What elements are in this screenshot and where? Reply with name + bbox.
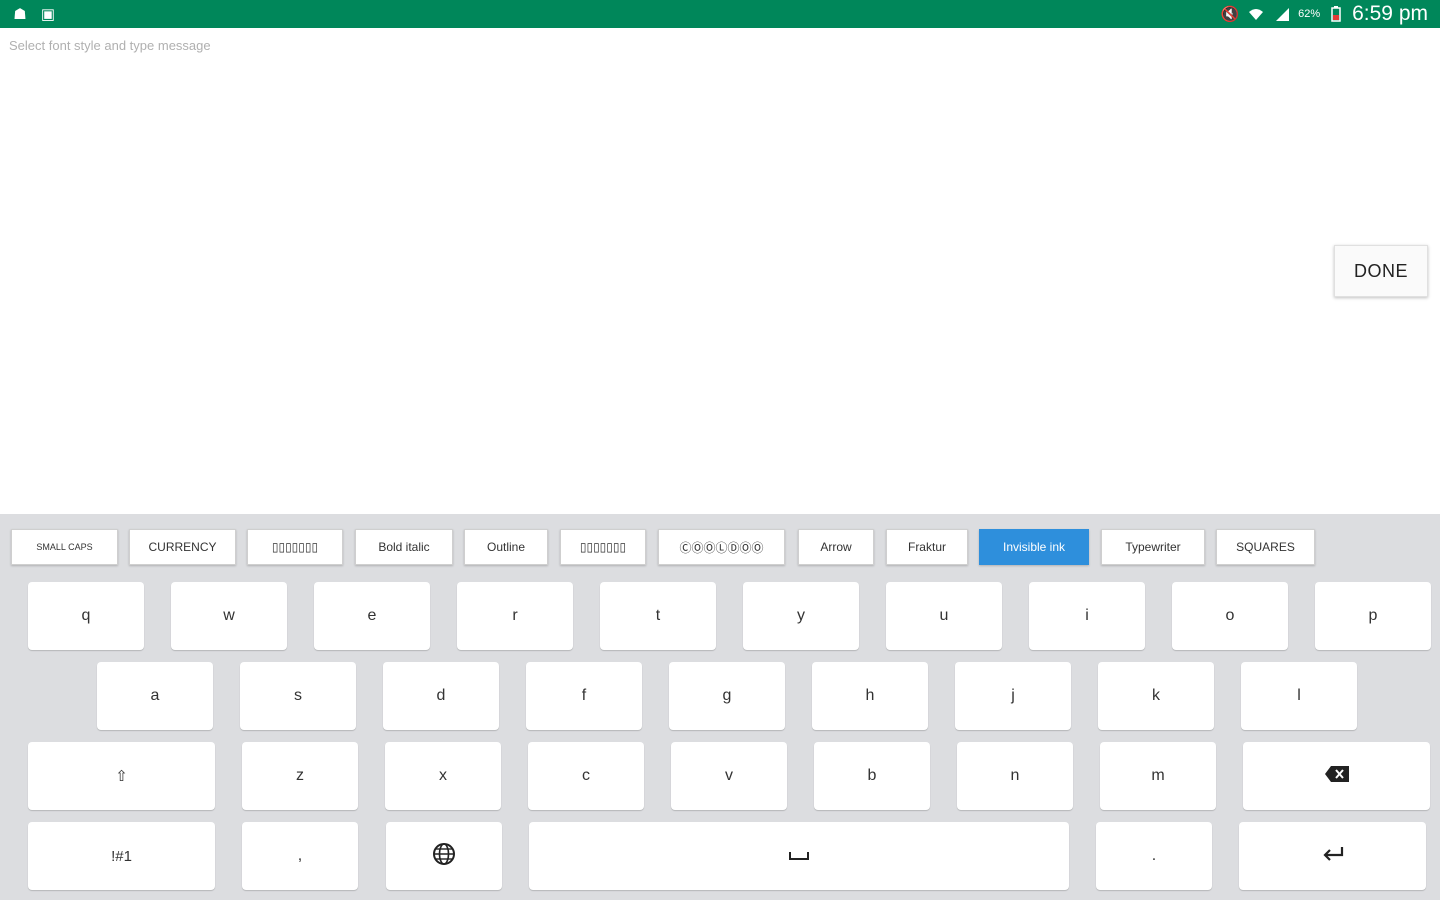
key-u[interactable]: u	[886, 582, 1002, 650]
key-w[interactable]: w	[171, 582, 287, 650]
font-style-chip[interactable]: Fraktur	[886, 529, 968, 565]
font-style-chip[interactable]: Typewriter	[1101, 529, 1205, 565]
key-b[interactable]: b	[814, 742, 930, 810]
key-t[interactable]: t	[600, 582, 716, 650]
signal-icon	[1272, 4, 1292, 24]
font-style-chip[interactable]: ▯▯▯▯▯▯▯	[247, 529, 343, 565]
key-m[interactable]: m	[1100, 742, 1216, 810]
wifi-icon	[1246, 4, 1266, 24]
battery-icon	[1326, 4, 1346, 24]
clock: 6:59 pm	[1352, 2, 1428, 25]
key-k[interactable]: k	[1098, 662, 1214, 730]
key-i[interactable]: i	[1029, 582, 1145, 650]
message-placeholder: Select font style and type message	[9, 38, 211, 53]
key-y[interactable]: y	[743, 582, 859, 650]
key-o[interactable]: o	[1172, 582, 1288, 650]
font-style-chip[interactable]: Arrow	[798, 529, 874, 565]
font-style-strip: SMALL CAPS CURRENCY ▯▯▯▯▯▯▯ Bold italic Outl…	[0, 514, 1440, 580]
font-style-chip[interactable]: Invisible ink	[979, 529, 1089, 565]
font-style-chip[interactable]: Bold italic	[355, 529, 453, 565]
key-p[interactable]: p	[1315, 582, 1431, 650]
status-bar: ☗ ▣ 🔇 62% 6:59 pm	[0, 0, 1440, 28]
space-key[interactable]	[529, 822, 1069, 890]
font-style-chip[interactable]: ⒸⓄⓄⓁⒹⓄⓄ	[658, 529, 785, 565]
key-s[interactable]: s	[240, 662, 356, 730]
key-v[interactable]: v	[671, 742, 787, 810]
key-h[interactable]: h	[812, 662, 928, 730]
globe-icon	[432, 842, 456, 870]
key-a[interactable]: a	[97, 662, 213, 730]
backspace-icon	[1324, 765, 1350, 787]
keyboard: SMALL CAPS CURRENCY ▯▯▯▯▯▯▯ Bold italic Outl…	[0, 514, 1440, 900]
font-style-chip[interactable]: SMALL CAPS	[11, 529, 118, 565]
enter-key[interactable]	[1239, 822, 1426, 890]
key-d[interactable]: d	[383, 662, 499, 730]
space-icon	[788, 848, 810, 865]
font-style-chip[interactable]: CURRENCY	[129, 529, 236, 565]
key-f[interactable]: f	[526, 662, 642, 730]
symbols-key[interactable]: !#1	[28, 822, 215, 890]
gallery-icon: ▣	[40, 6, 56, 23]
key-l[interactable]: l	[1241, 662, 1357, 730]
enter-icon	[1321, 845, 1345, 867]
font-style-chip[interactable]: Outline	[464, 529, 548, 565]
period-key[interactable]: .	[1096, 822, 1212, 890]
mute-icon: 🔇	[1220, 6, 1240, 23]
key-r[interactable]: r	[457, 582, 573, 650]
key-z[interactable]: z	[242, 742, 358, 810]
key-e[interactable]: e	[314, 582, 430, 650]
key-x[interactable]: x	[385, 742, 501, 810]
key-j[interactable]: j	[955, 662, 1071, 730]
font-style-chip[interactable]: SQUARES	[1216, 529, 1315, 565]
backspace-key[interactable]	[1243, 742, 1430, 810]
font-style-chip[interactable]: ▯▯▯▯▯▯▯	[560, 529, 646, 565]
comma-key[interactable]: ,	[242, 822, 358, 890]
battery-percent: 62%	[1298, 8, 1321, 20]
key-q[interactable]: q	[28, 582, 144, 650]
language-key[interactable]	[386, 822, 502, 890]
key-c[interactable]: c	[528, 742, 644, 810]
shift-key[interactable]: ⇧	[28, 742, 215, 810]
message-input[interactable]: Select font style and type message	[0, 28, 1440, 514]
notification-app-icon: ☗	[13, 6, 27, 23]
done-button[interactable]: DONE	[1334, 245, 1428, 297]
key-n[interactable]: n	[957, 742, 1073, 810]
key-g[interactable]: g	[669, 662, 785, 730]
